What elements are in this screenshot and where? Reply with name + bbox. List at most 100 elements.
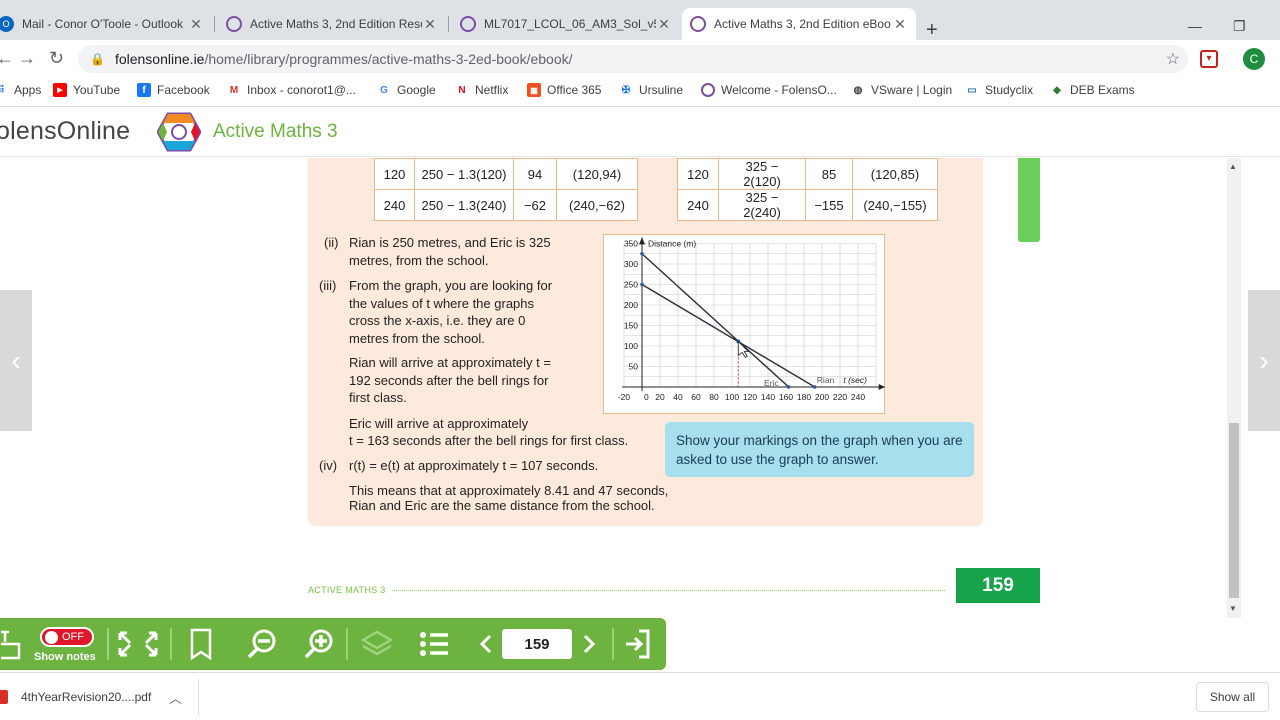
zoom-out-icon[interactable] [245, 628, 279, 660]
folens-icon [226, 16, 242, 32]
netflix-icon: N [458, 84, 466, 96]
site-header: olensOnline Active Maths 3 [0, 107, 1280, 157]
zoom-in-icon[interactable] [302, 628, 336, 660]
reload-icon[interactable]: ↻ [49, 48, 64, 69]
bookmark-deb-exams[interactable]: ◆ DEB Exams [1050, 82, 1135, 98]
eric-arrival-text-line2: t = 163 seconds after the bell rings for… [349, 433, 629, 448]
forward-arrow-icon[interactable]: → [18, 48, 36, 69]
deb-icon: ◆ [1053, 84, 1061, 96]
part-iv-text: r(t) = e(t) at approximately t = 107 sec… [349, 458, 599, 473]
tab-active-maths-ebook[interactable]: Active Maths 3, 2nd Edition eBoo ✕ [682, 8, 916, 40]
show-all-button[interactable]: Show all [1196, 682, 1269, 712]
table-cell: 120 [677, 158, 719, 190]
tab-title: Active Maths 3, 2nd Edition eBoo [714, 17, 891, 31]
bookmark-inbox[interactable]: M Inbox - conorot1@... [227, 82, 356, 98]
bookmark-netflix[interactable]: N Netflix [455, 82, 508, 98]
scrollbar-thumb[interactable] [1229, 423, 1239, 598]
bookmark-office[interactable]: ▦ Office 365 [527, 82, 601, 98]
contents-list-icon[interactable] [417, 628, 451, 660]
bookmark-label: Netflix [475, 83, 509, 97]
tab-outlook[interactable]: O Mail - Conor O'Toole - Outlook ✕ [0, 8, 212, 40]
series-label-rian: Rian [817, 375, 835, 385]
table-row: 240 325 − 2(240) −155 (240,−155) [677, 189, 938, 221]
facebook-icon: f [137, 83, 151, 97]
bookmark-folens[interactable]: Welcome - FolensO... [701, 82, 837, 98]
toolbar-divider [346, 628, 348, 660]
footer-book-title: ACTIVE MATHS 3 [308, 585, 386, 595]
y-axis-title: Distance (m) [648, 239, 696, 249]
y-tick-label: 150 [624, 321, 638, 331]
rian-arrival-text: Rian will arrive at approximately t = 19… [349, 355, 551, 405]
bookmark-label: Ursuline [639, 83, 684, 97]
restore-icon[interactable]: ❐ [1233, 18, 1246, 35]
lock-icon: 🔒 [90, 52, 105, 66]
close-icon[interactable]: ✕ [422, 16, 438, 33]
bookmark-youtube[interactable]: ▶ YouTube [53, 82, 120, 98]
bookmark-apps[interactable]: ⠿ Apps [0, 82, 41, 98]
x-tick-label: 20 [655, 392, 665, 402]
layers-icon[interactable] [360, 628, 394, 660]
scroll-down-arrow[interactable]: ▼ [1229, 604, 1237, 613]
new-tab-button[interactable]: + [926, 20, 938, 40]
back-arrow-icon[interactable]: ← [0, 48, 14, 69]
ebook-viewport[interactable]: ‹ › 120 250 − 1.3(120) 94 (120,94) 240 2… [0, 158, 1280, 670]
toolbar-divider [170, 628, 172, 660]
section-tab[interactable] [1018, 158, 1040, 242]
bookmark-icon[interactable] [186, 628, 216, 660]
fullscreen-icon[interactable] [115, 628, 161, 660]
next-page-arrow[interactable]: › [1248, 290, 1280, 431]
google-icon: G [380, 84, 388, 96]
folens-icon [690, 16, 706, 32]
table-cell: 240 [677, 189, 719, 221]
bookmark-studyclix[interactable]: ▭ Studyclix [965, 82, 1033, 98]
bookmark-label: Welcome - FolensO... [721, 83, 837, 97]
table-cell: 325 − 2(120) [718, 158, 806, 190]
toolbar-divider [107, 628, 109, 660]
studyclix-icon: ▭ [967, 84, 977, 96]
previous-page-arrow[interactable]: ‹ [0, 290, 32, 431]
pen-tools-icon[interactable] [0, 628, 22, 660]
url-path: /home/library/programmes/active-maths-3-… [204, 51, 573, 67]
distance-time-graph: -20 0 20 40 60 80 100 120 140 160 180 200 220 240 350 3… [603, 234, 885, 414]
scroll-up-arrow[interactable]: ▲ [1229, 162, 1237, 171]
bookmark-label: DEB Exams [1070, 83, 1135, 97]
bookmark-facebook[interactable]: f Facebook [137, 82, 210, 98]
footer-dotted-rule [392, 590, 945, 591]
y-tick-label: 200 [624, 300, 638, 310]
bookmark-label: Apps [14, 83, 42, 97]
close-icon[interactable]: ✕ [892, 16, 908, 33]
table-cell: 94 [513, 158, 557, 190]
tab-active-maths-resources[interactable]: Active Maths 3, 2nd Edition Reso ✕ [218, 8, 446, 40]
chevron-up-icon[interactable]: ︿ [169, 688, 182, 707]
close-icon[interactable]: ✕ [656, 16, 672, 33]
folens-icon [701, 83, 715, 97]
apps-grid-icon: ⠿ [0, 84, 5, 96]
download-file-name[interactable]: 4thYearRevision20....pdf [21, 690, 151, 704]
minimize-icon[interactable]: — [1188, 18, 1202, 34]
bookmark-google[interactable]: G Google [377, 82, 436, 98]
y-tick-label: 50 [629, 362, 639, 372]
table-cell: −155 [805, 189, 853, 221]
brand-name[interactable]: olensOnline [0, 117, 130, 146]
extension-icon[interactable]: ▾ [1200, 50, 1218, 68]
part-iv-number: (iv) [319, 458, 338, 473]
outlook-icon: O [0, 16, 14, 32]
exit-icon[interactable] [622, 628, 652, 660]
product-title: Active Maths 3 [213, 121, 338, 142]
bookmark-vsware[interactable]: ◍ VSware | Login [851, 82, 953, 98]
show-notes-toggle[interactable]: OFF [40, 627, 94, 647]
part-iii-text: From the graph, you are looking for the … [349, 278, 553, 346]
table-cell: 120 [374, 158, 415, 190]
next-page-icon[interactable] [580, 628, 598, 660]
eric-arrival-text: Eric will arrive at approximately [349, 416, 529, 431]
profile-avatar[interactable]: C [1243, 48, 1265, 70]
bookmark-label: Studyclix [985, 83, 1034, 97]
tab-solutions-pdf[interactable]: ML7017_LCOL_06_AM3_Sol_v5.0 ✕ [452, 8, 680, 40]
downloads-divider [198, 679, 199, 715]
address-bar[interactable]: 🔒 folensonline.ie /home/library/programm… [78, 45, 1188, 73]
bookmark-star-icon[interactable]: ☆ [1166, 49, 1180, 69]
page-number-input[interactable] [502, 629, 572, 659]
bookmark-ursuline[interactable]: ✠ Ursuline [619, 82, 683, 98]
close-icon[interactable]: ✕ [188, 16, 204, 33]
previous-page-icon[interactable] [477, 628, 495, 660]
